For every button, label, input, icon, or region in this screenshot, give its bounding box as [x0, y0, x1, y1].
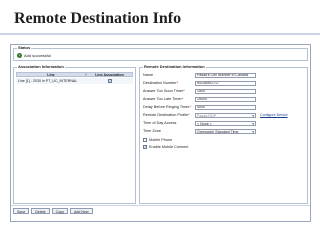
- field-label: Answer Too Late Timer*: [143, 96, 184, 101]
- remote-destination-profile-select[interactable]: Pasad-RDP: [195, 112, 256, 118]
- field-label: Time Zone: [143, 128, 162, 133]
- line-association-checkbox[interactable]: [107, 78, 112, 83]
- config-panel: Status i Add successful Association Info…: [10, 44, 311, 222]
- mobile-phone-row: Mobile Phone: [143, 137, 172, 143]
- form-row-time-zone: Time Zone Greenwich Standard Time: [143, 128, 256, 134]
- copy-button[interactable]: Copy: [51, 208, 68, 214]
- enable-mobile-connect-checkbox[interactable]: [143, 144, 147, 149]
- field-label: Name: [143, 72, 154, 77]
- slide-title: Remote Destination Info: [14, 10, 182, 27]
- mobile-phone-checkbox[interactable]: [143, 138, 147, 142]
- destination-number-input[interactable]: [195, 80, 256, 86]
- info-icon: i: [17, 53, 22, 58]
- remote-destination-legend: Remote Destination Information: [143, 64, 206, 69]
- form-row-name: Name: [143, 72, 256, 78]
- status-section: Status i Add successful: [13, 45, 308, 61]
- status-message: Add successful: [24, 53, 51, 58]
- form-row-answer-too-late: Answer Too Late Timer*: [143, 96, 256, 102]
- status-legend: Status: [17, 45, 32, 50]
- name-input[interactable]: [195, 72, 256, 78]
- field-label: Answer Too Soon Timer*: [143, 88, 185, 93]
- action-toolbar: Save Delete Copy Add New: [13, 208, 93, 214]
- enable-mobile-connect-row: Enable Mobile Connect: [143, 144, 188, 150]
- add-new-button[interactable]: Add New: [69, 208, 93, 214]
- association-section: Association Information Line Line Associ…: [13, 64, 136, 204]
- delay-before-ringing-timer-input[interactable]: [195, 104, 256, 110]
- form-row-time-of-day-access: Time of Day Access < None >: [143, 120, 256, 126]
- column-header-line-association: Line Association: [86, 72, 133, 77]
- form-row-delay-before-ringing: Delay Before Ringing Timer*: [143, 104, 256, 110]
- time-zone-select[interactable]: Greenwich Standard Time: [195, 128, 256, 134]
- time-of-day-access-select[interactable]: < None >: [195, 120, 256, 126]
- save-button[interactable]: Save: [13, 208, 30, 214]
- association-line-label: Line [1] - 2030 in PT_UC_INTERNAL: [18, 78, 78, 83]
- form-row-answer-too-soon: Answer Too Soon Timer*: [143, 88, 256, 94]
- column-header-line: Line: [16, 72, 86, 77]
- answer-too-late-timer-input[interactable]: [195, 96, 256, 102]
- delete-button[interactable]: Delete: [31, 208, 50, 214]
- field-label: Remote Destination Profile*: [143, 112, 190, 117]
- remote-destination-section: Remote Destination Information Name Dest…: [139, 64, 308, 204]
- configure-device-link[interactable]: Configure Device: [260, 113, 288, 117]
- answer-too-soon-timer-input[interactable]: [195, 88, 256, 94]
- enable-mobile-connect-label: Enable Mobile Connect: [149, 144, 189, 149]
- field-label: Delay Before Ringing Timer*: [143, 104, 191, 109]
- mobile-phone-label: Mobile Phone: [149, 137, 173, 142]
- table-row: Line [1] - 2030 in PT_UC_INTERNAL: [16, 78, 133, 84]
- field-label: Time of Day Access: [143, 120, 177, 125]
- form-row-destination-number: Destination Number*: [143, 80, 256, 86]
- field-label: Destination Number*: [143, 80, 179, 85]
- form-row-remote-destination-profile: Remote Destination Profile* Pasad-RDP Co…: [143, 112, 288, 118]
- toolbar-divider: [11, 205, 310, 206]
- title-divider: [0, 33, 320, 35]
- association-legend: Association Information: [17, 64, 65, 69]
- association-table-header: Line Line Association: [16, 72, 133, 77]
